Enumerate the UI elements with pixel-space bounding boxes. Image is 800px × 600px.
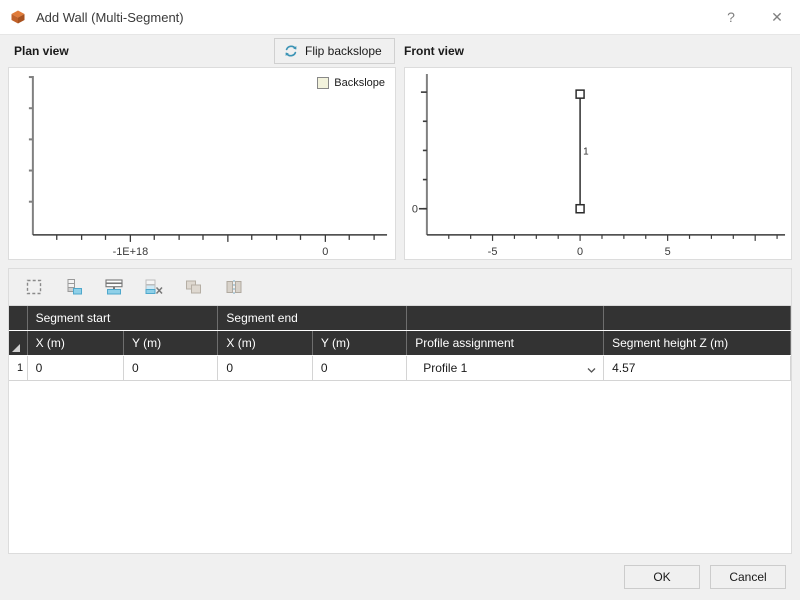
column-header-start-y[interactable]: Y (m) (123, 330, 219, 356)
title-bar: Add Wall (Multi-Segment) ? ✕ (0, 0, 800, 35)
cell-end-x[interactable]: 0 (217, 355, 313, 381)
front-view-chart[interactable]: 0 -5 0 5 1 (404, 67, 792, 260)
profile-assignment-value: Profile 1 (423, 361, 468, 375)
insert-row-icon[interactable] (99, 273, 129, 301)
mirror-icon[interactable] (219, 273, 249, 301)
segments-grid-wrapper[interactable]: Segment start Segment end X (m) Y (m) X … (9, 305, 791, 553)
backslope-legend-label: Backslope (334, 77, 385, 89)
grid-select-all-corner[interactable] (9, 330, 28, 356)
front-view-plot: 0 -5 0 5 1 (412, 74, 786, 258)
segments-table: Segment start Segment end X (m) Y (m) X … (9, 306, 791, 381)
group-header-blank-height (603, 306, 791, 331)
column-header-end-x[interactable]: X (m) (217, 330, 313, 356)
svg-text:5: 5 (665, 246, 671, 258)
group-header-segment-end: Segment end (217, 306, 408, 331)
cell-start-y[interactable]: 0 (123, 355, 219, 381)
table-row[interactable]: 1 0 0 0 0 Profile 1 4.57 (9, 355, 791, 381)
plan-view-chart[interactable]: -1E+18 0 Backslope (8, 67, 396, 260)
cell-start-x[interactable]: 0 (27, 355, 125, 381)
front-view-label: Front view (404, 44, 465, 58)
insert-row-below-icon[interactable] (59, 273, 89, 301)
svg-text:-5: -5 (488, 246, 498, 258)
column-header-start-x[interactable]: X (m) (27, 330, 125, 356)
charts-row: -1E+18 0 Backslope 0 -5 0 5 1 (0, 67, 800, 260)
dialog-footer: OK Cancel (0, 554, 800, 600)
cancel-button[interactable]: Cancel (710, 565, 786, 589)
flip-backslope-button[interactable]: Flip backslope (274, 38, 395, 64)
group-header-blank-profile (406, 306, 605, 331)
grid-corner-top (9, 306, 28, 331)
close-button[interactable]: ✕ (754, 0, 800, 34)
refresh-icon (284, 44, 298, 58)
segments-table-panel: Segment start Segment end X (m) Y (m) X … (8, 268, 792, 554)
column-header-segment-height[interactable]: Segment height Z (m) (603, 330, 791, 356)
ok-button[interactable]: OK (624, 565, 700, 589)
table-column-header-row: X (m) Y (m) X (m) Y (m) Profile assignme… (9, 330, 791, 356)
plan-view-label: Plan view (14, 44, 69, 58)
cell-segment-height: 4.57 (603, 355, 791, 381)
svg-text:1: 1 (583, 146, 589, 157)
column-header-end-y[interactable]: Y (m) (312, 330, 408, 356)
chevron-down-icon[interactable] (587, 364, 596, 373)
table-toolbar (9, 269, 791, 305)
cell-end-y[interactable]: 0 (312, 355, 408, 381)
svg-text:0: 0 (322, 246, 328, 258)
cell-profile-assignment[interactable]: Profile 1 (406, 355, 605, 381)
backslope-swatch-icon (317, 77, 330, 89)
group-header-segment-start: Segment start (27, 306, 219, 331)
cube-icon (10, 9, 26, 25)
column-header-profile-assignment[interactable]: Profile assignment (406, 330, 605, 356)
svg-text:-1E+18: -1E+18 (113, 246, 149, 258)
row-number[interactable]: 1 (9, 355, 28, 381)
close-icon: ✕ (771, 8, 783, 25)
plan-view-plot: -1E+18 0 (28, 76, 388, 258)
copy-icon[interactable] (179, 273, 209, 301)
add-wall-dialog: Add Wall (Multi-Segment) ? ✕ Plan view F… (0, 0, 800, 600)
delete-row-icon[interactable] (139, 273, 169, 301)
select-all-icon[interactable] (19, 273, 49, 301)
svg-text:0: 0 (577, 246, 583, 258)
help-icon: ? (727, 9, 735, 25)
svg-text:0: 0 (412, 204, 418, 216)
window-title: Add Wall (Multi-Segment) (36, 9, 184, 25)
flip-backslope-label: Flip backslope (305, 44, 382, 58)
views-header: Plan view Flip backslope Front view (0, 35, 800, 67)
backslope-legend: Backslope (315, 76, 387, 90)
corner-triangle-icon (12, 344, 20, 352)
table-group-header-row: Segment start Segment end (9, 306, 791, 331)
help-button[interactable]: ? (708, 0, 754, 34)
